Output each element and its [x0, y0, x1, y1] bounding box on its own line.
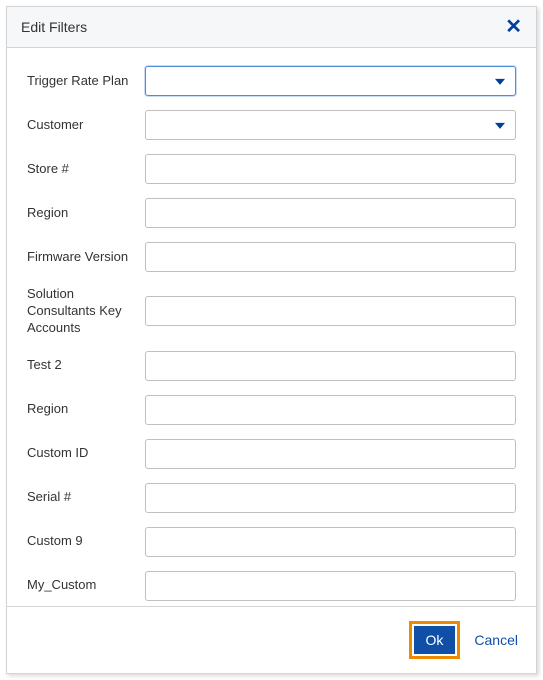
input-firmware-version[interactable] [145, 242, 516, 272]
field-solution-consultants: Solution Consultants Key Accounts [27, 286, 516, 337]
input-custom-id[interactable] [145, 439, 516, 469]
label-firmware-version: Firmware Version [27, 249, 145, 266]
field-region2: Region [27, 395, 516, 425]
field-my-custom: My_Custom [27, 571, 516, 601]
input-region2[interactable] [145, 395, 516, 425]
ok-button[interactable]: Ok [414, 626, 456, 654]
ok-button-highlight: Ok [409, 621, 461, 659]
field-trigger-rate-plan: Trigger Rate Plan [27, 66, 516, 96]
dialog-title: Edit Filters [21, 19, 87, 35]
input-region[interactable] [145, 198, 516, 228]
dialog-body: Trigger Rate Plan Customer Store # Regio… [7, 48, 536, 606]
field-firmware-version: Firmware Version [27, 242, 516, 272]
label-store-num: Store # [27, 161, 145, 178]
field-serial-num: Serial # [27, 483, 516, 513]
field-custom-9: Custom 9 [27, 527, 516, 557]
label-region: Region [27, 205, 145, 222]
label-test-2: Test 2 [27, 357, 145, 374]
input-custom-9[interactable] [145, 527, 516, 557]
label-region2: Region [27, 401, 145, 418]
field-custom-id: Custom ID [27, 439, 516, 469]
field-customer: Customer [27, 110, 516, 140]
field-region: Region [27, 198, 516, 228]
select-customer[interactable] [145, 110, 516, 140]
input-test-2[interactable] [145, 351, 516, 381]
input-my-custom[interactable] [145, 571, 516, 601]
label-solution-consultants: Solution Consultants Key Accounts [27, 286, 145, 337]
cancel-button[interactable]: Cancel [474, 632, 518, 648]
close-icon[interactable]: ✕ [505, 17, 522, 37]
input-serial-num[interactable] [145, 483, 516, 513]
field-test-2: Test 2 [27, 351, 516, 381]
label-trigger-rate-plan: Trigger Rate Plan [27, 73, 145, 90]
label-my-custom: My_Custom [27, 577, 145, 594]
field-store-num: Store # [27, 154, 516, 184]
input-store-num[interactable] [145, 154, 516, 184]
label-serial-num: Serial # [27, 489, 145, 506]
select-trigger-rate-plan[interactable] [145, 66, 516, 96]
label-custom-9: Custom 9 [27, 533, 145, 550]
label-customer: Customer [27, 117, 145, 134]
input-solution-consultants[interactable] [145, 296, 516, 326]
dialog-footer: Ok Cancel [7, 606, 536, 673]
label-custom-id: Custom ID [27, 445, 145, 462]
dialog-header: Edit Filters ✕ [7, 7, 536, 48]
edit-filters-dialog: Edit Filters ✕ Trigger Rate Plan Custome… [6, 6, 537, 674]
